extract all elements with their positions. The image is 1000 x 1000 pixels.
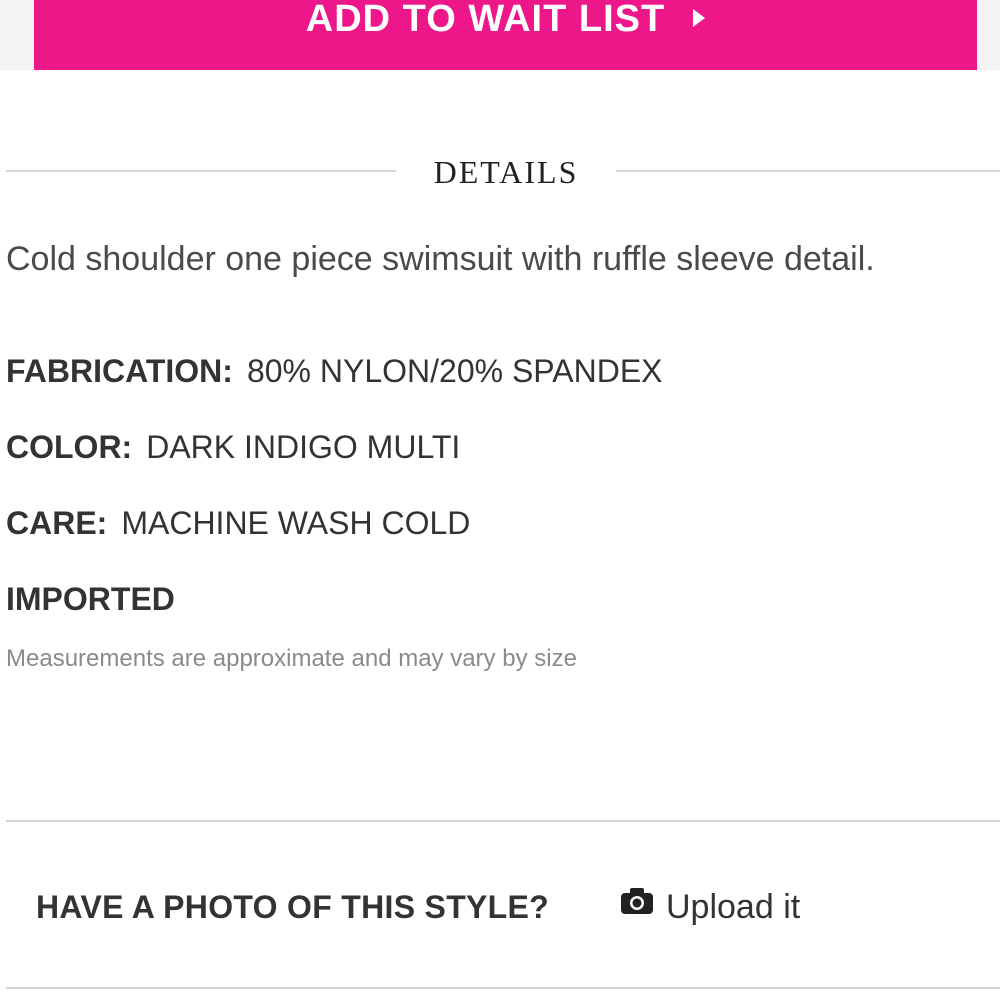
spec-fabrication: FABRICATION: 80% NYLON/20% SPANDEX: [6, 351, 663, 391]
spec-key: FABRICATION:: [6, 353, 233, 389]
product-description: Cold shoulder one piece swimsuit with ru…: [6, 240, 875, 278]
add-to-wait-list-label: ADD TO WAIT LIST: [305, 0, 666, 40]
chevron-right-icon: [693, 9, 706, 27]
add-to-wait-list-button[interactable]: ADD TO WAIT LIST: [34, 0, 977, 70]
details-title: DETAILS: [433, 154, 579, 190]
upload-photo-link[interactable]: Upload it: [620, 884, 800, 930]
heading-rule-left: [6, 170, 396, 172]
top-strip: ADD TO WAIT LIST: [0, 0, 1000, 70]
spec-care: CARE: MACHINE WASH COLD: [6, 503, 470, 543]
photo-prompt: HAVE A PHOTO OF THIS STYLE?: [36, 889, 550, 925]
divider: [6, 820, 1000, 822]
spec-key: COLOR:: [6, 429, 133, 465]
product-details-page: ADD TO WAIT LIST DETAILS Cold shoulder o…: [0, 0, 1000, 1000]
spec-value: DARK INDIGO MULTI: [146, 429, 461, 465]
spec-color: COLOR: DARK INDIGO MULTI: [6, 427, 460, 467]
divider: [6, 987, 1000, 989]
upload-label: Upload it: [666, 888, 801, 926]
spec-value: 80% NYLON/20% SPANDEX: [246, 353, 663, 389]
spec-key: CARE:: [6, 505, 108, 541]
camera-icon: [621, 888, 653, 914]
spec-value: MACHINE WASH COLD: [121, 505, 471, 541]
imported-label: IMPORTED: [6, 581, 175, 617]
measurements-note: Measurements are approximate and may var…: [6, 645, 577, 672]
photo-upload-row: HAVE A PHOTO OF THIS STYLE? Upload it: [36, 884, 996, 930]
spec-imported: IMPORTED: [6, 579, 189, 619]
heading-rule-right: [616, 170, 1000, 172]
details-heading: DETAILS: [0, 150, 1000, 194]
